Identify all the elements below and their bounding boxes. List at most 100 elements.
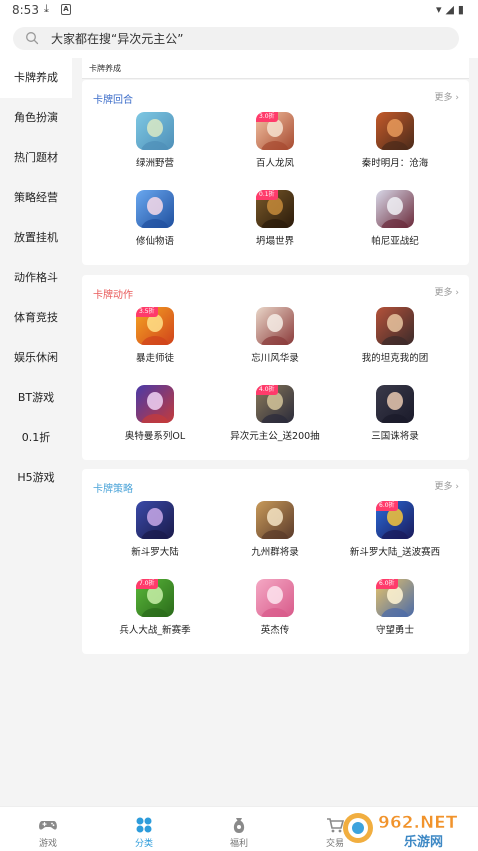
sidebar-item[interactable]: 热门题材	[0, 138, 72, 178]
new-douluo-icon	[136, 501, 174, 539]
game-name: 修仙物语	[135, 236, 174, 247]
game-item[interactable]: 九州群将录	[220, 501, 330, 558]
category-sidebar: 卡牌养成 角色扮演 热门题材 策略经营 放置挂机 动作格斗 体育竞技 娱乐休闲 BT游戏 0.1折…	[0, 58, 72, 806]
sidebar-item[interactable]: 0.1折	[0, 418, 72, 458]
tab-label: 分类	[134, 839, 153, 849]
section-card: 卡牌回合 更多 › 绿洲野营 3.0折 百人龙凤 秦时明月：沧海 修仙物语 0.1折 坍塌世界帕…	[82, 80, 469, 265]
game-item[interactable]: 6.0折守望勇士	[340, 579, 450, 636]
game-name: 三国诛将录	[371, 431, 419, 442]
more-link[interactable]: 更多 ›	[435, 479, 459, 492]
discount-badge: 6.0折	[376, 501, 398, 511]
game-item[interactable]: 7.0折兵人大战_新赛季	[100, 579, 210, 636]
discount-badge: 4.0折	[256, 385, 278, 395]
game-item[interactable]: 4.0折异次元主公_送200抽	[220, 385, 330, 442]
game-item[interactable]: 三国诛将录	[340, 385, 450, 442]
sidebar-item[interactable]: 卡牌养成	[0, 58, 72, 98]
game-name: 帕尼亚战纪	[371, 236, 419, 247]
sidebar-item[interactable]: 娱乐休闲	[0, 338, 72, 378]
game-name: 守望勇士	[375, 625, 414, 636]
discount-badge: 7.0折	[136, 579, 158, 589]
sidebar-item[interactable]: 体育竞技	[0, 298, 72, 338]
section-title: 卡牌动作	[93, 290, 133, 301]
game-name: 异次元主公_送200抽	[230, 431, 320, 442]
main-content: 卡牌养成 卡牌回合 更多 › 绿洲野营 3.0折 百人龙凤 秦时明月：沧海 修仙物语 0.1折…	[82, 58, 469, 806]
section-card: 卡牌策略 更多 › 新斗罗大陆 九州群将录 6.0折 新斗罗大陆_送波赛西 7.0折 兵人大战…	[82, 469, 469, 654]
watermark-brand: 962.NET	[378, 813, 458, 833]
tab-label: 福利	[229, 839, 248, 849]
game-item[interactable]: 奥特曼系列OL	[100, 385, 210, 442]
app-notification-icon: A	[61, 4, 71, 15]
search-bar	[0, 20, 478, 58]
status-bar: 8:53 ⤓ A ▾◢▮	[0, 0, 478, 20]
gift-bag-icon	[233, 818, 245, 833]
discount-badge: 0.1折	[256, 190, 278, 200]
section-title: 卡牌回合	[93, 95, 133, 106]
sidebar-item[interactable]: 动作格斗	[0, 258, 72, 298]
gamepad-icon	[39, 821, 57, 830]
game-name: 九州群将录	[251, 547, 299, 558]
game-item[interactable]: 0.1折坍塌世界	[220, 190, 330, 247]
pania-war-icon	[376, 190, 414, 228]
game-item[interactable]: 秦时明月：沧海	[340, 112, 450, 169]
dragon-phoenix-icon: 3.0折	[256, 112, 294, 150]
watermark-sub: 乐游网	[404, 834, 443, 850]
game-item[interactable]: 修仙物语	[100, 190, 210, 247]
game-item[interactable]: 3.0折百人龙凤	[220, 112, 330, 169]
more-link[interactable]: 更多 ›	[435, 285, 459, 298]
signal-battery-icons: ▾◢▮	[435, 3, 468, 16]
tab-welfare[interactable]: 福利	[191, 807, 287, 851]
three-kingdoms-icon	[376, 385, 414, 423]
rampage-master-icon: 3.5折	[136, 307, 174, 345]
otherworld-lord-icon: 4.0折	[256, 385, 294, 423]
game-item[interactable]: 新斗罗大陆	[100, 501, 210, 558]
ultraman-icon	[136, 385, 174, 423]
game-name: 坍塌世界	[255, 236, 294, 247]
more-link[interactable]: 更多 ›	[435, 90, 459, 103]
jiuzhou-icon	[256, 501, 294, 539]
discount-badge: 3.5折	[136, 307, 158, 317]
game-name: 绿洲野营	[135, 158, 174, 169]
game-item[interactable]: 绿洲野营	[100, 112, 210, 169]
wangchuan-icon	[256, 307, 294, 345]
subcategory-header: 卡牌养成	[82, 58, 469, 79]
game-item[interactable]: 我的坦克我的团	[340, 307, 450, 364]
game-name: 奥特曼系列OL	[124, 431, 186, 442]
cultivation-story-icon	[136, 190, 174, 228]
douluo-gift-icon: 6.0折	[376, 501, 414, 539]
search-icon	[26, 32, 39, 45]
game-item[interactable]: 6.0折新斗罗大陆_送波赛西	[340, 501, 450, 558]
sidebar-item[interactable]: 策略经营	[0, 178, 72, 218]
game-item[interactable]: 帕尼亚战纪	[340, 190, 450, 247]
sidebar-item[interactable]: BT游戏	[0, 378, 72, 418]
my-tank-icon	[376, 307, 414, 345]
tab-category[interactable]: 分类	[96, 807, 192, 851]
status-time: 8:53	[12, 3, 39, 17]
discount-badge: 6.0折	[376, 579, 398, 589]
game-name: 新斗罗大陆	[131, 547, 179, 558]
download-icon: ⤓	[44, 2, 49, 15]
sidebar-item[interactable]: H5游戏	[0, 458, 72, 498]
sidebar-item[interactable]: 放置挂机	[0, 218, 72, 258]
game-name: 百人龙凤	[255, 158, 294, 169]
category-icon	[136, 817, 152, 833]
game-item[interactable]: 忘川风华录	[220, 307, 330, 364]
section-card: 卡牌动作 更多 › 3.5折 暴走师徒 忘川风华录 我的坦克我的团 奥特曼系列OL 4.0折异…	[82, 275, 469, 460]
game-name: 兵人大战_新赛季	[119, 625, 191, 636]
search-box[interactable]	[13, 27, 459, 50]
soldier-war-icon: 7.0折	[136, 579, 174, 617]
search-input[interactable]	[51, 29, 431, 48]
heroes-legend-icon	[256, 579, 294, 617]
tab-games[interactable]: 游戏	[0, 807, 96, 851]
game-name: 秦时明月：沧海	[361, 158, 429, 169]
section-title: 卡牌策略	[93, 484, 133, 495]
oasis-camp-icon	[136, 112, 174, 150]
game-item[interactable]: 英杰传	[220, 579, 330, 636]
sidebar-item[interactable]: 角色扮演	[0, 98, 72, 138]
site-watermark-logo: 962.NET 乐游网	[343, 813, 458, 850]
qin-moon-icon	[376, 112, 414, 150]
game-name: 新斗罗大陆_送波赛西	[349, 547, 441, 558]
discount-badge: 3.0折	[256, 112, 278, 122]
game-name: 暴走师徒	[135, 353, 174, 364]
game-item[interactable]: 3.5折暴走师徒	[100, 307, 210, 364]
collapse-world-icon: 0.1折	[256, 190, 294, 228]
